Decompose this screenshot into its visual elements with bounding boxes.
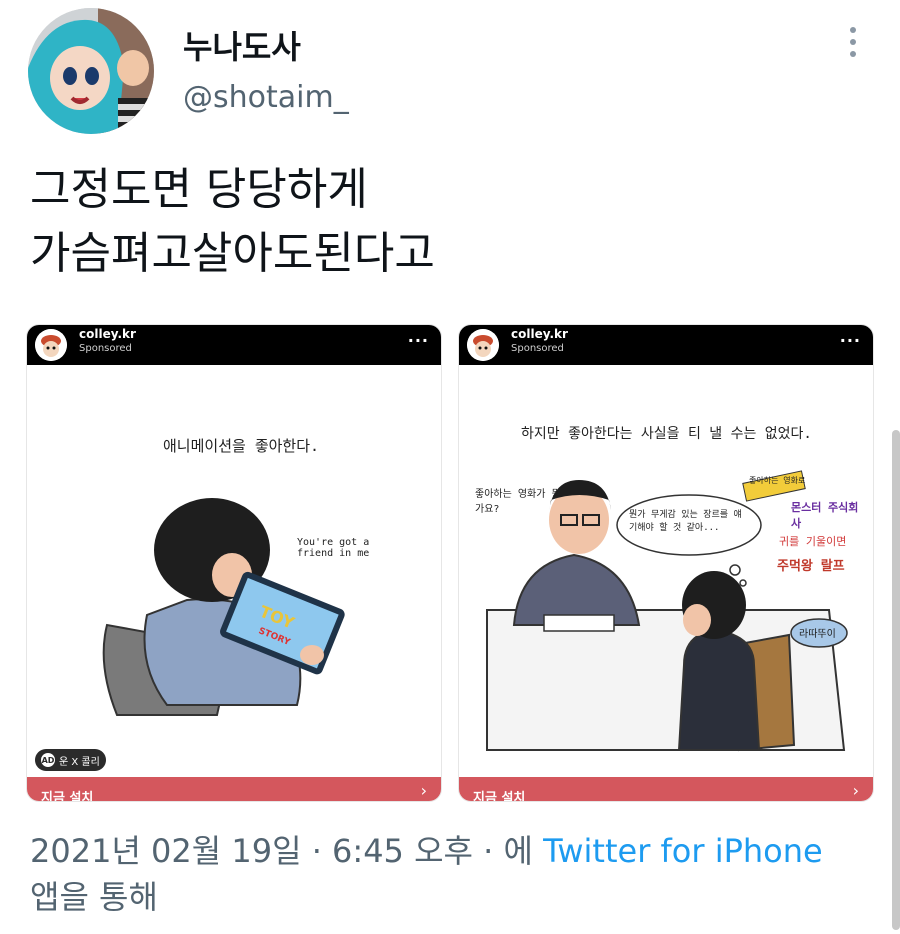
avatar[interactable] xyxy=(28,8,154,134)
avatar-image xyxy=(28,8,154,134)
tweet-line: 그정도면 당당하게 xyxy=(30,164,368,215)
chevron-right-icon: › xyxy=(420,781,427,800)
card-illustration: 하지만 좋아한다는 사실을 티 낼 수는 없었다. 좋아하는 영화가 뭔가요? … xyxy=(459,365,873,777)
account-logo xyxy=(467,329,499,361)
chevron-right-icon: › xyxy=(852,781,859,800)
timestamp[interactable]: 2021년 02월 19일 · 6:45 오후 · 에 xyxy=(30,832,543,870)
source-link[interactable]: Twitter for iPhone xyxy=(543,832,823,870)
ad-badge: AD 운 X 콜리 xyxy=(35,749,106,771)
scrollbar[interactable] xyxy=(892,430,900,930)
install-cta[interactable]: 지금 설치 › xyxy=(27,777,441,801)
sign-whisper-of-heart: 귀를 기울이면 xyxy=(779,535,847,548)
source-suffix: 앱을 통해 xyxy=(30,878,158,916)
boy-tablet-illustration: TOY STORY xyxy=(102,498,345,716)
card-more-icon[interactable]: ··· xyxy=(408,331,429,350)
card-illustration: 애니메이션을 좋아한다. TOY STORY You're got a frie… xyxy=(27,365,441,777)
sign-favorite-movie: 좋아하는 영화로 xyxy=(749,476,806,485)
ad-text: 운 X 콜리 xyxy=(59,756,100,768)
account-logo xyxy=(35,329,67,361)
card-account-name: colley.kr xyxy=(511,327,568,341)
tweet-text: 그정도면 당당하게 가슴펴고살아도된다고 xyxy=(30,158,435,286)
card-header: colley.kr Sponsored ··· xyxy=(459,325,873,365)
card-account-name: colley.kr xyxy=(79,327,136,341)
speech-bubble-interviewer: 좋아하는 영화가 뭔가요? xyxy=(475,489,561,515)
install-cta[interactable]: 지금 설치 › xyxy=(459,777,873,801)
dot xyxy=(850,51,856,57)
sponsored-label: Sponsored xyxy=(511,343,564,354)
card-header: colley.kr Sponsored ··· xyxy=(27,325,441,365)
sign-monsters-inc: 몬스터 주식회사 xyxy=(791,501,859,530)
dot xyxy=(850,27,856,33)
song-lyrics: You're got a friend in me xyxy=(297,537,370,559)
user-handle[interactable]: @shotaim_ xyxy=(183,80,349,115)
media-card[interactable]: colley.kr Sponsored ··· 애니메이션을 좋아한다. TOY… xyxy=(27,325,441,801)
thought-bubble-text: 뭔가 무게감 있는 장르를 얘기해야 할 것 같아... xyxy=(629,510,742,533)
tweet-metadata: 2021년 02월 19일 · 6:45 오후 · 에 Twitter for … xyxy=(30,828,870,920)
cta-label: 지금 설치 xyxy=(473,791,526,801)
more-options-icon[interactable] xyxy=(838,22,868,62)
card-more-icon[interactable]: ··· xyxy=(840,331,861,350)
media-card[interactable]: colley.kr Sponsored ··· 하지만 좋아한다는 사실을 티 … xyxy=(459,325,873,801)
sign-ratatouille: 라따뚜이 xyxy=(799,629,836,640)
display-name[interactable]: 누나도사 xyxy=(183,22,301,68)
cta-label: 지금 설치 xyxy=(41,791,94,801)
dot xyxy=(850,39,856,45)
sponsored-label: Sponsored xyxy=(79,343,132,354)
ad-icon: AD xyxy=(41,753,55,767)
sign-wreck-it-ralph: 주먹왕 랄프 xyxy=(777,559,845,574)
tweet-line: 가슴펴고살아도된다고 xyxy=(30,228,435,279)
